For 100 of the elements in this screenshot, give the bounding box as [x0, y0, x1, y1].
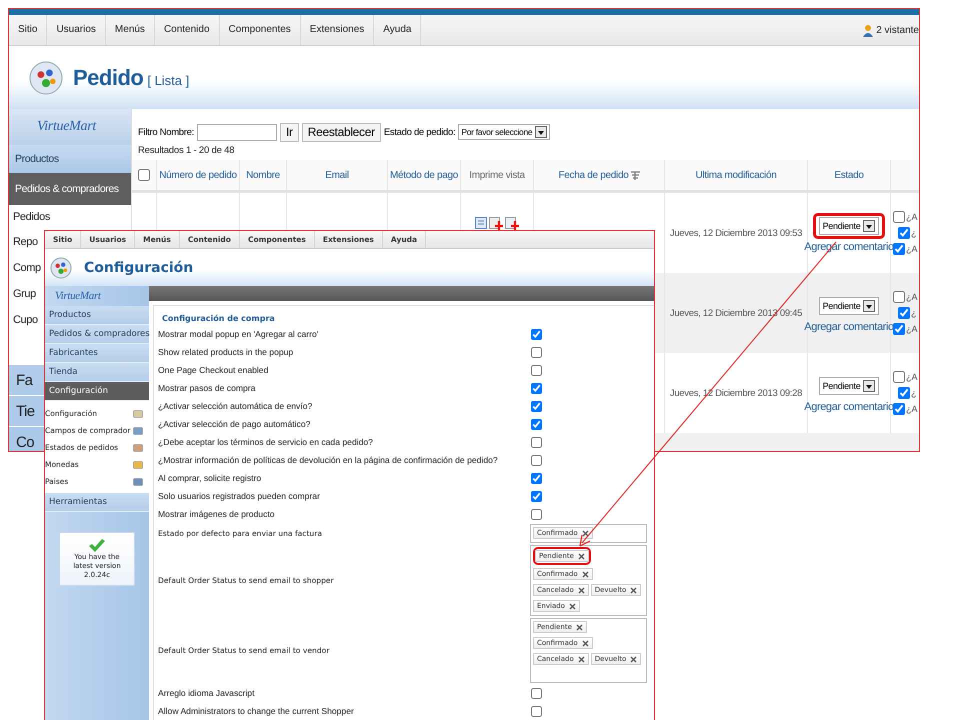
- checkbox-label: ¿A: [906, 372, 918, 382]
- checkbox[interactable]: [531, 454, 542, 466]
- menu-item[interactable]: Sitio: [9, 15, 48, 45]
- sidebar-item[interactable]: Cupo: [13, 314, 38, 326]
- menu-item[interactable]: Extensiones: [300, 15, 374, 45]
- checkbox[interactable]: [531, 418, 542, 430]
- checkbox-label: ¿: [911, 388, 916, 398]
- remove-icon: [582, 530, 589, 536]
- column-header[interactable]: Método de pago: [390, 170, 458, 180]
- column-header[interactable]: Fecha de pedido: [558, 170, 628, 180]
- checkbox[interactable]: [531, 382, 542, 394]
- checkbox[interactable]: [531, 346, 542, 358]
- setting-label: Allow Administrators to change the current Shopper: [158, 706, 355, 716]
- logo-icon: [29, 60, 63, 94]
- brand-logo: VirtueMart: [55, 290, 101, 302]
- select-all-checkbox[interactable]: [138, 169, 150, 181]
- checkbox[interactable]: [531, 328, 542, 340]
- results-count: Resultados 1 - 20 de 48: [138, 145, 236, 158]
- checkbox[interactable]: [893, 291, 905, 303]
- remove-icon: [582, 570, 589, 578]
- setting-label: Mostrar imágenes de producto: [158, 509, 276, 519]
- setting-label: ¿Mostrar información de políticas de devolución en la página de confirmación de pedido?: [158, 455, 499, 465]
- setting-label: Mostrar pasos de compra: [158, 383, 256, 393]
- checkbox-label: ¿: [911, 228, 916, 238]
- sidebar-section[interactable]: Pedidos & compradores: [45, 325, 149, 344]
- comment-link[interactable]: Agregar comentario: [804, 401, 894, 413]
- checkbox-label: ¿: [911, 308, 916, 318]
- page-title: Configuración: [84, 260, 194, 276]
- sort-icon: [630, 170, 640, 180]
- checkbox[interactable]: [531, 400, 542, 412]
- filter-label: Filtro Nombre:: [138, 126, 194, 138]
- sidebar-item[interactable]: Repo: [13, 236, 38, 248]
- remove-icon: [578, 586, 585, 594]
- tile-icon: [133, 408, 143, 418]
- checkbox[interactable]: [893, 403, 905, 415]
- checkbox[interactable]: [898, 307, 910, 319]
- sidebar-section[interactable]: Pedidos & compradores: [9, 173, 131, 205]
- setting-label: ¿Debe aceptar los términos de servicio en cada pedido?: [158, 437, 374, 447]
- tile-icon: [133, 476, 143, 486]
- checkbox[interactable]: [531, 436, 542, 448]
- remove-icon: [630, 586, 638, 594]
- sidebar-section[interactable]: Fa: [16, 372, 32, 388]
- sidebar-section[interactable]: Fabricantes: [45, 344, 149, 363]
- checkbox-label: ¿A: [906, 292, 918, 302]
- status-select[interactable]: Pendiente: [818, 377, 880, 395]
- tile-icon: [133, 460, 143, 470]
- modified-date: Jueves, 12 Diciembre 2013 09:53: [670, 228, 802, 238]
- sidebar-section[interactable]: Tienda: [45, 363, 149, 382]
- column-header[interactable]: Nombre: [246, 170, 280, 180]
- comment-link[interactable]: Agregar comentario: [804, 321, 894, 333]
- checkbox-label: ¿A: [906, 244, 918, 254]
- menu-item[interactable]: Menús: [106, 15, 155, 45]
- user-icon: [863, 24, 874, 36]
- status-select[interactable]: Pendiente: [818, 217, 880, 235]
- checkbox[interactable]: [531, 508, 542, 520]
- checkbox[interactable]: [893, 243, 905, 255]
- remove-icon: [568, 602, 576, 610]
- page-subtitle: [ Lista ]: [147, 73, 190, 88]
- remove-icon: [578, 552, 585, 560]
- setting-label: One Page Checkout enabled: [158, 365, 270, 375]
- page-title: Pedido: [73, 64, 144, 90]
- logo-icon: [50, 256, 72, 278]
- sidebar-item[interactable]: Comp: [13, 262, 41, 274]
- menu-item[interactable]: Usuarios: [47, 15, 106, 45]
- sidebar-section[interactable]: Herramientas: [45, 493, 149, 512]
- column-header[interactable]: Imprime vista: [469, 170, 525, 180]
- menu-item[interactable]: Contenido: [154, 15, 220, 45]
- checkbox[interactable]: [531, 364, 542, 376]
- checkbox[interactable]: [893, 211, 905, 223]
- name-field[interactable]: [196, 124, 277, 140]
- checkbox[interactable]: [531, 472, 542, 484]
- column-header[interactable]: Estado: [834, 170, 864, 180]
- sidebar-section[interactable]: Tie: [16, 402, 34, 420]
- sidebar-item[interactable]: Pedidos: [13, 211, 50, 223]
- status-select[interactable]: Pendiente: [818, 297, 880, 315]
- column-header[interactable]: Ultima modificación: [696, 170, 776, 180]
- checkbox[interactable]: [531, 688, 542, 698]
- setting-label: Show related products in the popup: [158, 347, 294, 357]
- checkbox[interactable]: [893, 323, 905, 335]
- setting-label: Arreglo idioma Javascript: [158, 688, 256, 698]
- dropdown-icon: [863, 300, 876, 312]
- sidebar-section[interactable]: Productos: [45, 306, 149, 325]
- checkbox-label: ¿A: [906, 212, 918, 222]
- checkbox[interactable]: [531, 706, 542, 716]
- column-header[interactable]: Email: [325, 170, 349, 180]
- menu-item[interactable]: Ayuda: [374, 15, 422, 45]
- reset-button[interactable]: Reestablecer: [302, 122, 381, 142]
- remove-icon: [576, 624, 583, 630]
- checkbox[interactable]: [898, 227, 910, 239]
- checkbox[interactable]: [898, 387, 910, 399]
- check-icon: [88, 539, 106, 553]
- checkbox[interactable]: [893, 371, 905, 383]
- column-header[interactable]: Número de pedido: [159, 170, 237, 180]
- status-filter-select[interactable]: Por favor seleccione: [458, 124, 550, 140]
- sidebar-section[interactable]: Co: [16, 434, 34, 450]
- checkbox[interactable]: [531, 490, 542, 502]
- go-button[interactable]: Ir: [280, 122, 299, 142]
- menu-item[interactable]: Componentes: [220, 15, 301, 45]
- sidebar-section[interactable]: Configuración: [45, 382, 149, 401]
- sidebar-item[interactable]: Grup: [13, 288, 36, 300]
